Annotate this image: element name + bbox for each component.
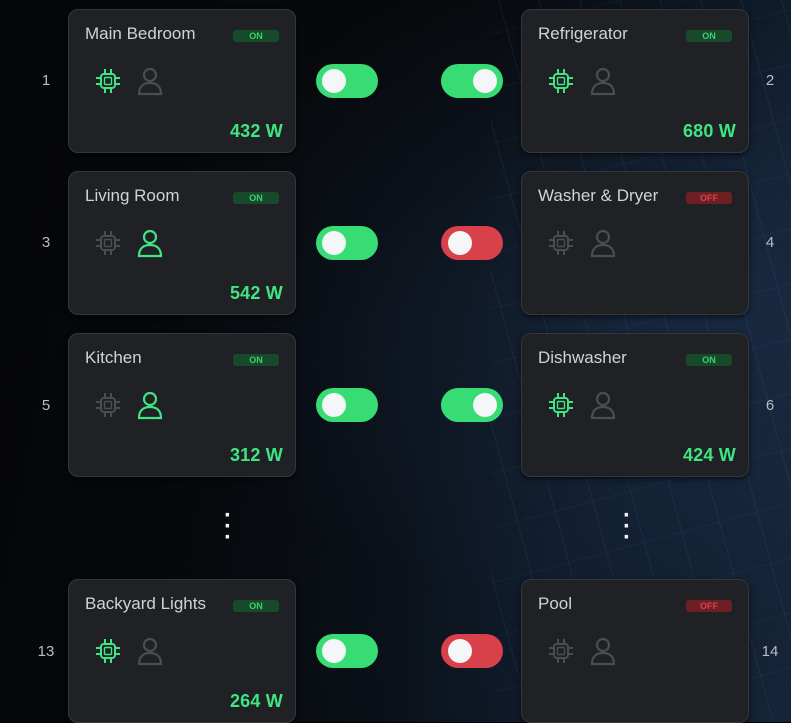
toggle-knob	[322, 231, 346, 255]
row-number: 3	[41, 234, 51, 251]
row-number: 6	[765, 397, 775, 414]
device-name: Dishwasher	[538, 348, 627, 367]
status-badge: ON	[686, 354, 732, 366]
device-card-refrigerator[interactable]: Refrigerator ON 680 W	[521, 9, 749, 153]
status-badge: ON	[686, 30, 732, 42]
chip-icon	[96, 393, 120, 417]
power-reading: 432 W	[229, 121, 283, 141]
power-reading: 264 W	[229, 691, 283, 711]
power-reading: 424 W	[682, 445, 736, 465]
toggle-knob	[448, 639, 472, 663]
row-number: 1	[41, 72, 51, 89]
power-reading: 542 W	[229, 283, 283, 303]
power-reading: 680 W	[682, 121, 736, 141]
device-card-backyard-lights[interactable]: Backyard Lights ON 264 W	[68, 579, 296, 723]
toggle-knob	[322, 393, 346, 417]
toggle-knob	[473, 393, 497, 417]
device-card-main-bedroom[interactable]: Main Bedroom ON 432 W	[68, 9, 296, 153]
toggle-main-bedroom[interactable]	[316, 64, 378, 98]
row-number: 5	[41, 397, 51, 414]
status-badge: OFF	[686, 600, 732, 612]
chip-icon	[549, 231, 573, 255]
toggle-living-room[interactable]	[316, 226, 378, 260]
person-icon	[590, 67, 616, 96]
chip-icon	[96, 231, 120, 255]
row-number: 13	[37, 643, 55, 660]
toggle-dishwasher[interactable]	[441, 388, 503, 422]
device-name: Living Room	[85, 186, 180, 205]
person-icon	[137, 637, 163, 666]
chip-icon	[549, 393, 573, 417]
toggle-knob	[322, 639, 346, 663]
device-card-kitchen[interactable]: Kitchen ON 312 W	[68, 333, 296, 477]
status-badge: ON	[233, 30, 279, 42]
toggle-refrigerator[interactable]	[441, 64, 503, 98]
status-badge: ON	[233, 354, 279, 366]
chip-icon	[549, 69, 573, 93]
device-card-pool[interactable]: Pool OFF	[521, 579, 749, 723]
power-reading: 312 W	[229, 445, 283, 465]
person-icon	[137, 391, 163, 420]
device-name: Refrigerator	[538, 24, 628, 43]
device-card-living-room[interactable]: Living Room ON 542 W	[68, 171, 296, 315]
toggle-kitchen[interactable]	[316, 388, 378, 422]
status-badge: ON	[233, 600, 279, 612]
toggle-knob	[322, 69, 346, 93]
toggle-pool[interactable]	[441, 634, 503, 668]
person-icon	[590, 637, 616, 666]
chip-icon	[96, 69, 120, 93]
toggle-backyard-lights[interactable]	[316, 634, 378, 668]
status-badge: OFF	[686, 192, 732, 204]
row-number: 2	[765, 72, 775, 89]
device-name: Kitchen	[85, 348, 142, 367]
person-icon	[137, 67, 163, 96]
toggle-knob	[473, 69, 497, 93]
row-number: 14	[761, 643, 779, 660]
status-badge: ON	[233, 192, 279, 204]
row-number: 4	[765, 234, 775, 251]
person-icon	[590, 391, 616, 420]
device-card-washer-dryer[interactable]: Washer & Dryer OFF	[521, 171, 749, 315]
device-name: Main Bedroom	[85, 24, 196, 43]
person-icon	[590, 229, 616, 258]
device-name: Backyard Lights	[85, 594, 206, 613]
person-icon	[137, 229, 163, 258]
toggle-knob	[448, 231, 472, 255]
toggle-washer-dryer[interactable]	[441, 226, 503, 260]
vertical-ellipsis-icon: · · ·	[623, 502, 631, 551]
device-card-dishwasher[interactable]: Dishwasher ON 424 W	[521, 333, 749, 477]
device-name: Pool	[538, 594, 573, 613]
chip-icon	[549, 639, 573, 663]
device-name: Washer & Dryer	[538, 186, 659, 205]
vertical-ellipsis-icon: · · ·	[224, 502, 232, 551]
chip-icon	[96, 639, 120, 663]
